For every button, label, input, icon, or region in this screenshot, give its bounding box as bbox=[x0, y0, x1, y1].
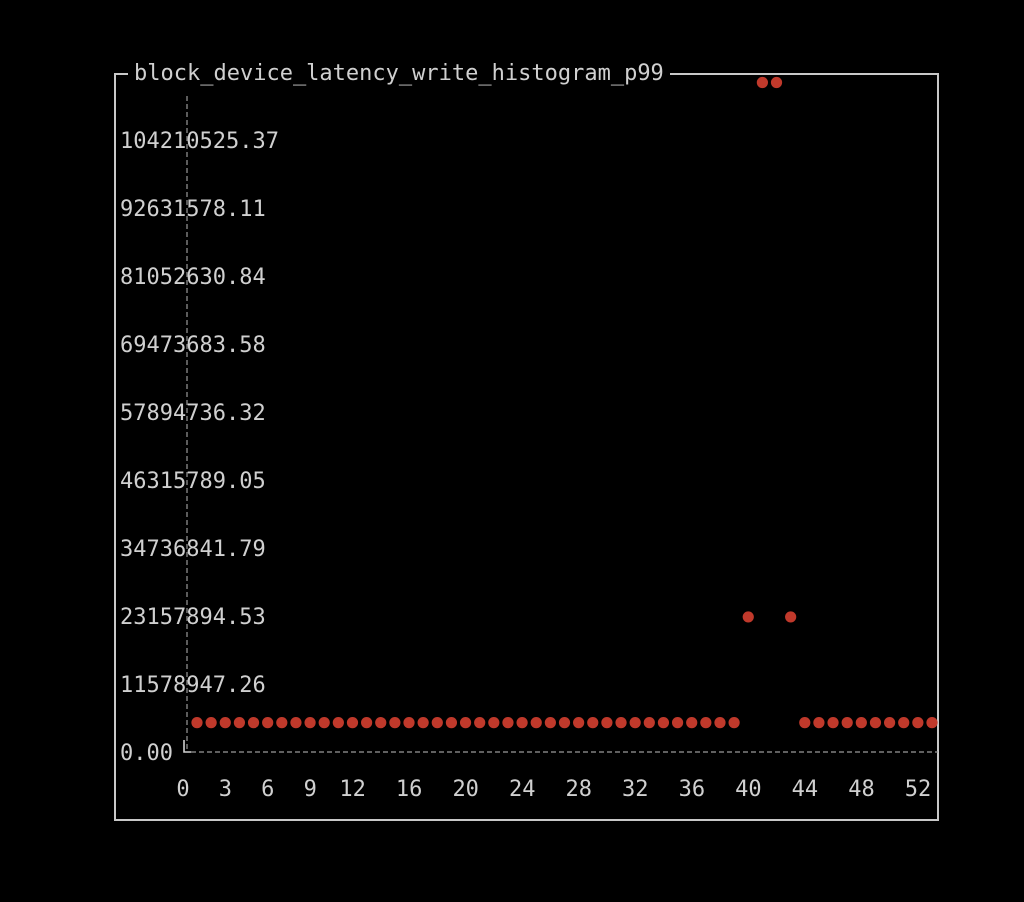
data-point bbox=[219, 717, 231, 729]
data-point bbox=[742, 611, 754, 623]
data-point bbox=[502, 717, 514, 729]
data-point bbox=[488, 717, 500, 729]
y-tick-label: 0.00 bbox=[120, 741, 173, 766]
data-point bbox=[587, 717, 599, 729]
data-point bbox=[389, 717, 401, 729]
x-tick-label: 6 bbox=[261, 777, 274, 802]
data-point bbox=[926, 717, 938, 729]
y-tick-labels: 0.00 11578947.26 23157894.53 34736841.79 463… bbox=[120, 129, 279, 766]
data-point bbox=[304, 717, 316, 729]
data-point bbox=[205, 717, 217, 729]
x-tick-labels: 0 3 6 9 12 16 20 24 28 32 36 40 44 48 52 bbox=[176, 777, 931, 802]
x-tick-label: 40 bbox=[735, 777, 762, 802]
y-tick-label: 104210525.37 bbox=[120, 129, 279, 154]
data-point bbox=[361, 717, 373, 729]
y-tick-label: 23157894.53 bbox=[120, 605, 266, 630]
data-point bbox=[191, 717, 203, 729]
x-tick-label: 0 bbox=[176, 777, 189, 802]
y-tick-label: 57894736.32 bbox=[120, 401, 266, 426]
data-points bbox=[191, 76, 938, 729]
data-point bbox=[558, 717, 571, 729]
data-point bbox=[898, 717, 910, 729]
x-tick-label: 3 bbox=[219, 777, 232, 802]
y-tick-label: 46315789.05 bbox=[120, 469, 266, 494]
x-tick-label: 28 bbox=[566, 777, 593, 802]
data-point bbox=[629, 717, 641, 729]
x-tick-label: 9 bbox=[304, 777, 317, 802]
data-point bbox=[573, 717, 585, 729]
data-point bbox=[262, 717, 274, 729]
data-point bbox=[417, 717, 429, 729]
data-point bbox=[657, 717, 670, 729]
chart-stage: block_device_latency_write_histogram_p99… bbox=[0, 0, 1024, 902]
data-point bbox=[516, 717, 528, 729]
data-point bbox=[883, 717, 896, 729]
x-tick-label: 24 bbox=[509, 777, 536, 802]
x-tick-label: 16 bbox=[396, 777, 423, 802]
x-tick-label: 32 bbox=[622, 777, 649, 802]
data-point bbox=[346, 717, 359, 729]
data-point bbox=[601, 717, 613, 729]
data-point bbox=[530, 717, 542, 729]
data-point bbox=[474, 717, 486, 729]
y-tick-label: 92631578.11 bbox=[120, 197, 266, 222]
data-point bbox=[841, 717, 853, 729]
data-point bbox=[318, 717, 330, 729]
data-point bbox=[276, 717, 288, 729]
y-tick-label: 34736841.79 bbox=[120, 537, 266, 562]
data-point bbox=[728, 717, 740, 729]
data-point bbox=[375, 717, 387, 729]
data-point bbox=[643, 717, 655, 729]
data-point bbox=[403, 717, 415, 729]
data-point bbox=[615, 717, 627, 729]
data-point bbox=[869, 717, 882, 729]
data-point bbox=[770, 76, 783, 89]
data-point bbox=[785, 611, 797, 623]
data-point bbox=[700, 717, 712, 729]
data-point bbox=[290, 717, 302, 729]
x-tick-label: 44 bbox=[792, 777, 819, 802]
data-point bbox=[714, 717, 726, 729]
data-point bbox=[671, 717, 684, 729]
data-point bbox=[756, 76, 768, 89]
data-point bbox=[544, 717, 556, 729]
data-point bbox=[912, 717, 924, 729]
data-point bbox=[247, 717, 260, 729]
y-tick-label: 81052630.84 bbox=[120, 265, 266, 290]
y-tick-label: 11578947.26 bbox=[120, 673, 266, 698]
data-point bbox=[332, 717, 344, 729]
x-tick-label: 36 bbox=[679, 777, 706, 802]
data-point bbox=[855, 717, 867, 729]
x-tick-label: 12 bbox=[339, 777, 366, 802]
data-point bbox=[813, 717, 825, 729]
data-point bbox=[431, 717, 443, 729]
y-tick-label: 69473683.58 bbox=[120, 333, 266, 358]
data-point bbox=[686, 717, 698, 729]
data-point bbox=[459, 717, 472, 729]
x-tick-label: 48 bbox=[848, 777, 875, 802]
x-axis bbox=[183, 740, 938, 753]
data-point bbox=[799, 717, 811, 729]
data-point bbox=[233, 717, 246, 729]
x-tick-label: 52 bbox=[905, 777, 932, 802]
chart-plot: 0.00 11578947.26 23157894.53 34736841.79 463… bbox=[120, 76, 938, 802]
data-point bbox=[445, 717, 458, 729]
x-tick-label: 20 bbox=[452, 777, 479, 802]
data-point bbox=[827, 717, 839, 729]
